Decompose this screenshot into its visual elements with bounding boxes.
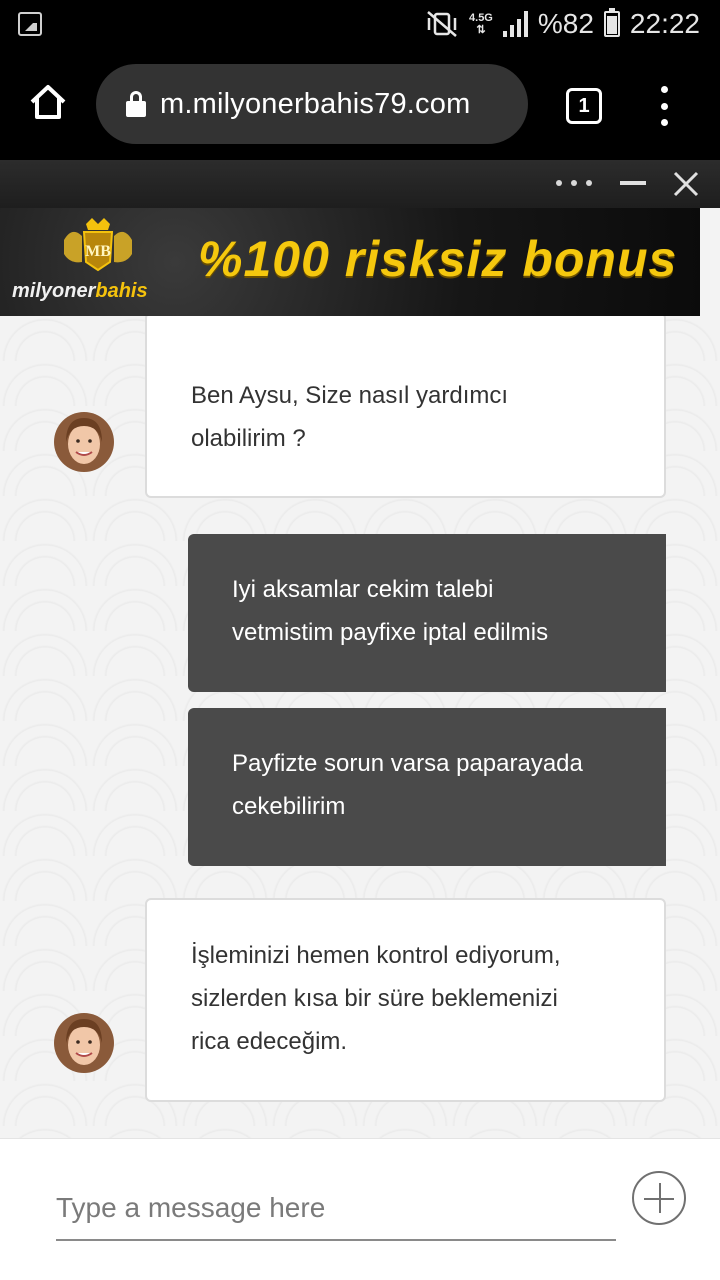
url-text: m.milyonerbahis79.com bbox=[160, 87, 471, 120]
home-icon[interactable] bbox=[28, 82, 68, 122]
user-message: Iyi aksamlar cekim talebi vetmistim payf… bbox=[188, 534, 666, 692]
user-message: Payfizte sorun varsa paparayada cekebili… bbox=[188, 708, 666, 866]
agent-avatar bbox=[54, 1013, 114, 1073]
gallery-notification-icon bbox=[18, 12, 42, 36]
overflow-menu-icon[interactable] bbox=[654, 86, 674, 126]
banner-headline: %100 risksiz bonus bbox=[198, 231, 678, 287]
more-options-icon[interactable] bbox=[556, 180, 592, 188]
crest-letters: MB bbox=[85, 243, 111, 260]
minimize-icon[interactable] bbox=[620, 181, 646, 185]
browser-toolbar: m.milyonerbahis79.com 1 bbox=[0, 48, 720, 160]
message-composer bbox=[0, 1138, 720, 1280]
status-bar: 4.5G ⇅ %82 22:22 bbox=[0, 0, 720, 48]
agent-message: Ben Aysu, Size nasıl yardımcı olabilirim… bbox=[145, 316, 666, 498]
brand-name: milyonerbahis bbox=[12, 280, 148, 302]
message-input[interactable] bbox=[56, 1177, 616, 1241]
clock: 22:22 bbox=[629, 8, 700, 39]
battery-percent: %82 bbox=[537, 8, 594, 39]
vibrate-mute-icon bbox=[427, 11, 457, 37]
address-bar[interactable]: m.milyonerbahis79.com bbox=[96, 64, 528, 144]
network-type-label: 4.5G ⇅ bbox=[469, 12, 493, 36]
chat-widget-header bbox=[0, 160, 720, 208]
battery-icon bbox=[603, 8, 620, 37]
agent-message: İşleminizi hemen kontrol ediyorum, sizle… bbox=[145, 898, 666, 1102]
tabs-button[interactable]: 1 bbox=[566, 88, 602, 124]
agent-avatar bbox=[54, 412, 114, 472]
close-icon[interactable] bbox=[672, 170, 700, 198]
brand-logo: MB milyonerbahis bbox=[10, 218, 170, 308]
crest-icon: MB bbox=[64, 218, 132, 272]
promo-banner[interactable]: MB milyonerbahis %100 risksiz bonus bbox=[0, 208, 700, 316]
lock-icon bbox=[126, 91, 146, 117]
signal-icon bbox=[502, 11, 528, 37]
chat-messages[interactable]: Ben Aysu, Size nasıl yardımcı olabilirim… bbox=[0, 316, 720, 1138]
status-right-group: 4.5G ⇅ %82 22:22 bbox=[425, 0, 700, 48]
add-attachment-button[interactable] bbox=[632, 1171, 686, 1225]
